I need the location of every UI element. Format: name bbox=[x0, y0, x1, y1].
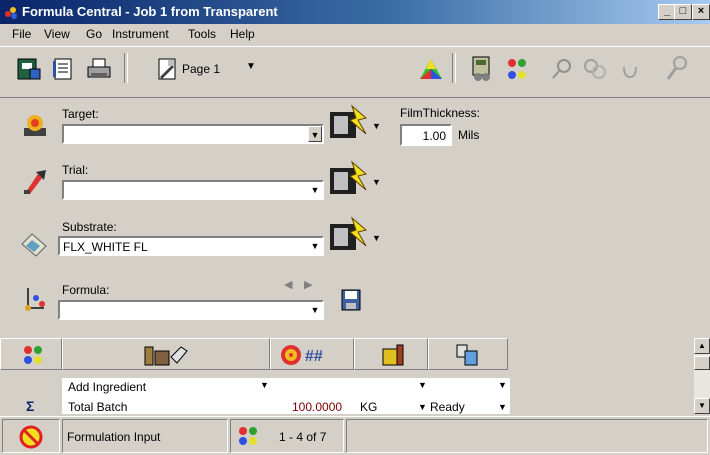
menu-go[interactable]: Go bbox=[86, 27, 102, 41]
no-entry-icon bbox=[19, 425, 43, 449]
scroll-thumb[interactable] bbox=[694, 356, 710, 370]
colorants-icon bbox=[239, 427, 257, 445]
colorants-icon[interactable] bbox=[504, 55, 530, 83]
title-bar: Formula Central - Job 1 from Transparent… bbox=[0, 0, 710, 24]
batch-button[interactable] bbox=[354, 338, 428, 370]
page-dropdown-icon[interactable]: ▼ bbox=[246, 61, 256, 72]
colorants-icon bbox=[24, 346, 42, 364]
status-panel-message: Formulation Input bbox=[62, 419, 228, 453]
status-dropdown-icon[interactable]: ▼ bbox=[498, 380, 507, 390]
window-title: Formula Central - Job 1 from Transparent bbox=[22, 4, 278, 19]
next-formula-icon[interactable]: ▶ bbox=[304, 278, 312, 291]
ingredient-cell[interactable]: Add Ingredient bbox=[68, 380, 146, 394]
measure-target-icon[interactable] bbox=[328, 104, 370, 142]
scroll-up-icon[interactable]: ▲ bbox=[694, 338, 710, 354]
match-target-icon: ## bbox=[281, 345, 323, 365]
calculate-button[interactable] bbox=[428, 338, 508, 370]
status-panel-empty bbox=[346, 419, 708, 453]
maximize-button[interactable]: □ bbox=[674, 4, 692, 20]
undo-icon bbox=[623, 66, 637, 79]
status-dropdown-icon[interactable]: ▼ bbox=[498, 402, 507, 412]
unit-dropdown-icon[interactable]: ▼ bbox=[418, 402, 427, 412]
report-icon[interactable] bbox=[52, 57, 76, 81]
film-thickness-unit: Mils bbox=[458, 128, 480, 142]
measure-substrate-dropdown-icon[interactable]: ▼ bbox=[372, 233, 381, 243]
table-row[interactable]: Total Batch 100.0000 KG ▼ Ready ▼ bbox=[62, 396, 510, 414]
unit-dropdown-icon[interactable]: ▼ bbox=[418, 380, 427, 390]
print-icon[interactable] bbox=[86, 57, 112, 81]
grid-scrollbar[interactable]: ▲ ▼ bbox=[694, 338, 710, 414]
svg-text:##: ## bbox=[305, 348, 323, 365]
target-icon bbox=[24, 115, 46, 136]
colorants-button[interactable] bbox=[0, 338, 62, 370]
measure-trial-icon[interactable] bbox=[328, 160, 370, 198]
target-dropdown-icon[interactable]: ▼ bbox=[308, 126, 322, 142]
formula-dropdown-icon[interactable]: ▼ bbox=[308, 302, 322, 318]
status-panel-count: 1 - 4 of 7 bbox=[230, 419, 344, 453]
formula-label: Formula: bbox=[62, 283, 110, 297]
trial-label: Trial: bbox=[62, 163, 89, 177]
measure-substrate-icon[interactable] bbox=[328, 216, 370, 254]
measure-trial-dropdown-icon[interactable]: ▼ bbox=[372, 177, 381, 187]
status-cell[interactable]: Ready bbox=[430, 400, 465, 414]
app-icon bbox=[5, 7, 17, 19]
menu-instrument[interactable]: Instrument bbox=[112, 27, 169, 41]
formula-combo[interactable]: ▼ bbox=[58, 300, 324, 320]
ingredient-cell[interactable]: Total Batch bbox=[68, 400, 127, 414]
previous-formula-icon[interactable]: ◀ bbox=[284, 278, 292, 291]
close-button[interactable]: × bbox=[692, 4, 710, 20]
batch-icon bbox=[382, 344, 404, 366]
substrate-value: FLX_WHITE FL bbox=[63, 240, 148, 254]
formula-calc-icon[interactable] bbox=[470, 55, 494, 83]
substrate-label: Substrate: bbox=[62, 220, 117, 234]
film-thickness-value: 1.00 bbox=[422, 129, 446, 143]
trial-dropdown-icon[interactable]: ▼ bbox=[308, 182, 322, 198]
ingredient-dropdown-icon[interactable]: ▼ bbox=[260, 380, 269, 390]
target-combo[interactable]: ▼ bbox=[62, 124, 324, 144]
search-icon bbox=[552, 59, 571, 79]
toolbar: Page 1 ▼ bbox=[0, 46, 710, 98]
ingredient-tools-icon bbox=[144, 346, 188, 366]
color-spectrum-icon[interactable] bbox=[418, 57, 444, 81]
substrate-combo[interactable]: FLX_WHITE FL ▼ bbox=[58, 236, 324, 256]
formula-icon bbox=[25, 288, 45, 311]
amount-cell[interactable]: 100.0000 bbox=[292, 400, 342, 414]
film-thickness-input[interactable]: 1.00 bbox=[400, 124, 452, 146]
trial-combo[interactable]: ▼ bbox=[62, 180, 324, 200]
table-row[interactable]: Add Ingredient ▼ ▼ ▼ bbox=[62, 378, 510, 396]
target-label: Target: bbox=[62, 107, 99, 121]
calculate-icon bbox=[456, 344, 478, 366]
scroll-down-icon[interactable]: ▼ bbox=[694, 398, 710, 414]
toolbar-separator bbox=[124, 53, 128, 83]
open-job-icon[interactable] bbox=[16, 57, 42, 81]
trial-icon bbox=[24, 170, 46, 194]
menu-file[interactable]: File bbox=[12, 27, 31, 41]
status-bar: Formulation Input 1 - 4 of 7 bbox=[0, 416, 710, 455]
ingredient-grid: Add Ingredient ▼ ▼ ▼ Total Batch 100.000… bbox=[62, 378, 510, 414]
substrate-dropdown-icon[interactable]: ▼ bbox=[308, 238, 322, 254]
ingredient-tools-button[interactable] bbox=[62, 338, 270, 370]
status-message: Formulation Input bbox=[67, 430, 161, 444]
film-thickness-label: FilmThickness: bbox=[400, 106, 481, 120]
status-panel-icon bbox=[2, 419, 60, 453]
menu-tools[interactable]: Tools bbox=[188, 27, 216, 41]
unit-cell[interactable]: KG bbox=[360, 400, 377, 414]
measure-target-dropdown-icon[interactable]: ▼ bbox=[372, 121, 381, 131]
menu-help[interactable]: Help bbox=[230, 27, 255, 41]
tools-icon bbox=[666, 56, 687, 80]
page-icon[interactable] bbox=[156, 57, 180, 81]
match-icon bbox=[584, 59, 606, 79]
page-selector-label[interactable]: Page 1 bbox=[182, 62, 220, 76]
substrate-icon bbox=[21, 233, 47, 257]
sum-icon: Σ bbox=[26, 398, 35, 414]
record-count: 1 - 4 of 7 bbox=[279, 430, 327, 444]
toolbar-separator bbox=[452, 53, 456, 83]
menu-view[interactable]: View bbox=[44, 27, 70, 41]
match-target-button[interactable]: ## bbox=[270, 338, 354, 370]
menu-bar: File View Go Instrument Tools Help bbox=[0, 24, 710, 44]
save-formula-icon[interactable] bbox=[340, 288, 362, 312]
